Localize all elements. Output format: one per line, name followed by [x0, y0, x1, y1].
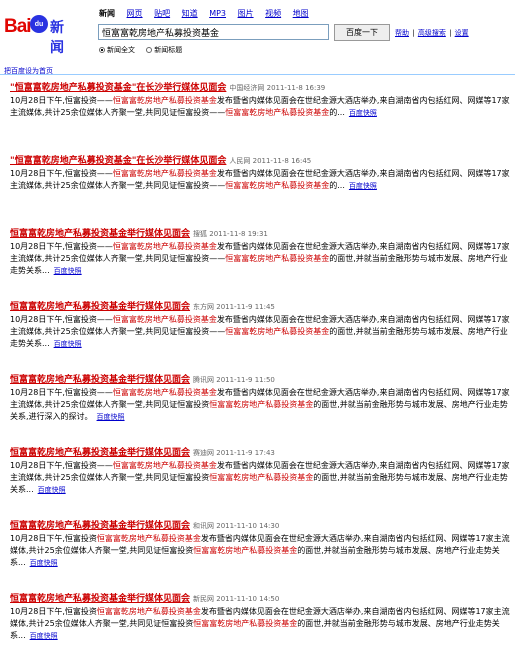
result-snippet: 10月28日下午,恒富投资恒富富乾房地产私募投资基金发布暨省内媒体见面会在世纪金…: [10, 607, 510, 640]
top-nav: 新闻 网页 贴吧 知道 MP3 图片 视频 地图: [99, 8, 318, 19]
result-source: 赛迪网 2011-11-9 17:43: [193, 449, 275, 457]
cache-link[interactable]: 百度快照: [97, 413, 125, 421]
help-link[interactable]: 帮助: [395, 29, 409, 37]
result-item: 恒富富乾房地产私募投资基金举行媒体见面会 东方网 2011-11-9 11:45 …: [10, 301, 510, 374]
result-source: 搜狐 2011-11-8 19:31: [193, 230, 268, 238]
nav-mp3[interactable]: MP3: [209, 9, 226, 18]
cache-link[interactable]: 百度快照: [54, 267, 82, 275]
result-title[interactable]: "恒富富乾房地产私募投资基金"在长沙举行媒体见面会: [10, 156, 226, 166]
result-title[interactable]: 恒富富乾房地产私募投资基金举行媒体见面会: [10, 375, 190, 385]
radio-full-text-label[interactable]: 新闻全文: [107, 46, 135, 54]
nav-images[interactable]: 图片: [238, 9, 254, 18]
nav-news[interactable]: 新闻: [99, 9, 115, 18]
cache-link[interactable]: 百度快照: [30, 559, 58, 567]
separator: |: [412, 29, 415, 37]
advanced-search-link[interactable]: 高级搜索: [418, 29, 446, 37]
cache-link[interactable]: 百度快照: [54, 340, 82, 348]
result-title[interactable]: 恒富富乾房地产私募投资基金举行媒体见面会: [10, 521, 190, 531]
result-snippet: 10月28日下午,恒富投资——恒富富乾房地产私募投资基金发布暨省内媒体见面会在世…: [10, 96, 510, 117]
result-title[interactable]: 恒富富乾房地产私募投资基金举行媒体见面会: [10, 229, 190, 239]
result-snippet: 10月28日下午,恒富投资——恒富富乾房地产私募投资基金发布暨省内媒体见面会在世…: [10, 169, 510, 190]
radio-title-label[interactable]: 新闻标题: [154, 46, 182, 54]
header-links: 帮助 | 高级搜索 | 设置: [395, 28, 469, 38]
result-title[interactable]: 恒富富乾房地产私募投资基金举行媒体见面会: [10, 448, 190, 458]
result-item: "恒富富乾房地产私募投资基金"在长沙举行媒体见面会 人民网 2011-11-8 1…: [10, 155, 510, 228]
search-scope: 新闻全文 新闻标题: [99, 45, 191, 55]
result-source: 腾讯网 2011-11-9 11:50: [193, 376, 275, 384]
result-snippet: 10月28日下午,恒富投资——恒富富乾房地产私募投资基金发布暨省内媒体见面会在世…: [10, 315, 510, 348]
separator: |: [449, 29, 452, 37]
result-item: 恒富富乾房地产私募投资基金举行媒体见面会 新民网 2011-11-10 14:50…: [10, 593, 510, 666]
divider: [0, 74, 515, 75]
result-snippet: 10月28日下午,恒富投资——恒富富乾房地产私募投资基金发布暨省内媒体见面会在世…: [10, 388, 510, 421]
cache-link[interactable]: 百度快照: [38, 486, 66, 494]
result-source: 东方网 2011-11-9 11:45: [193, 303, 275, 311]
cache-link[interactable]: 百度快照: [30, 632, 58, 640]
paw-icon: du: [30, 15, 48, 33]
search-button[interactable]: 百度一下: [334, 24, 390, 41]
result-item: 恒富富乾房地产私募投资基金举行媒体见面会 赛迪网 2011-11-9 17:43 …: [10, 447, 510, 520]
result-item: 恒富富乾房地产私募投资基金举行媒体见面会 腾讯网 2011-11-9 11:50 …: [10, 374, 510, 447]
result-item: 恒富富乾房地产私募投资基金举行媒体见面会 搜狐 2011-11-8 19:31 1…: [10, 228, 510, 301]
result-source: 人民网 2011-11-8 16:45: [229, 157, 312, 165]
logo-news: 新闻: [50, 20, 64, 56]
result-title[interactable]: 恒富富乾房地产私募投资基金举行媒体见面会: [10, 594, 190, 604]
result-source: 中国经济网 2011-11-8 16:39: [229, 84, 326, 92]
result-snippet: 10月28日下午,恒富投资恒富富乾房地产私募投资基金发布暨省内媒体见面会在世纪金…: [10, 534, 510, 567]
nav-zhidao[interactable]: 知道: [182, 9, 198, 18]
result-title[interactable]: "恒富富乾房地产私募投资基金"在长沙举行媒体见面会: [10, 83, 226, 93]
nav-video[interactable]: 视频: [265, 9, 281, 18]
result-source: 新民网 2011-11-10 14:50: [193, 595, 280, 603]
nav-tieba[interactable]: 贴吧: [154, 9, 170, 18]
results-list: "恒富富乾房地产私募投资基金"在长沙举行媒体见面会 中国经济网 2011-11-8…: [10, 82, 510, 666]
result-item: "恒富富乾房地产私募投资基金"在长沙举行媒体见面会 中国经济网 2011-11-8…: [10, 82, 510, 155]
radio-full-text[interactable]: [99, 47, 105, 53]
cache-link[interactable]: 百度快照: [349, 182, 377, 190]
cache-link[interactable]: 百度快照: [349, 109, 377, 117]
baidu-news-logo[interactable]: Bai du 新闻: [4, 12, 76, 56]
search-input[interactable]: [98, 24, 329, 40]
result-item: 恒富富乾房地产私募投资基金举行媒体见面会 和讯网 2011-11-10 14:30…: [10, 520, 510, 593]
radio-title[interactable]: [146, 47, 153, 53]
settings-link[interactable]: 设置: [455, 29, 469, 37]
logo-bai: Bai: [4, 16, 32, 37]
result-snippet: 10月28日下午,恒富投资——恒富富乾房地产私募投资基金发布暨省内媒体见面会在世…: [10, 242, 510, 275]
nav-map[interactable]: 地图: [293, 9, 309, 18]
nav-web[interactable]: 网页: [127, 9, 143, 18]
result-title[interactable]: 恒富富乾房地产私募投资基金举行媒体见面会: [10, 302, 190, 312]
result-snippet: 10月28日下午,恒富投资——恒富富乾房地产私募投资基金发布暨省内媒体见面会在世…: [10, 461, 510, 494]
result-source: 和讯网 2011-11-10 14:30: [193, 522, 280, 530]
